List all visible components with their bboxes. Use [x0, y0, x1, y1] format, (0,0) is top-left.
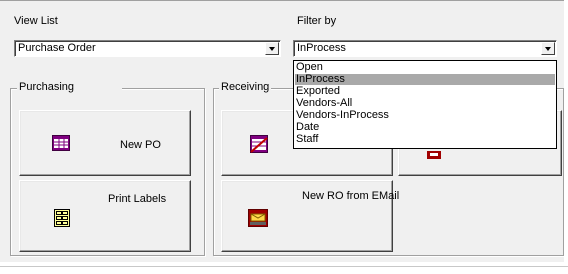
filter-by-dropdown-list[interactable]: Open InProcess Exported Vendors-All Vend…	[293, 60, 557, 149]
new-po-button[interactable]: New PO	[19, 110, 191, 176]
view-list-value: Purchase Order	[18, 42, 96, 54]
filter-option-inprocess[interactable]: InProcess	[295, 74, 555, 85]
filter-option-exported[interactable]: Exported	[295, 86, 555, 97]
red-form-icon	[427, 151, 441, 159]
receiving-group-title: Receiving	[219, 81, 272, 93]
filter-option-open[interactable]: Open	[295, 62, 555, 73]
cancelled-form-icon	[250, 135, 268, 153]
status-divider	[0, 266, 568, 267]
view-list-dropdown-arrow-icon[interactable]	[265, 42, 279, 55]
print-labels-button[interactable]: Print Labels	[19, 180, 191, 252]
filter-option-date[interactable]: Date	[295, 122, 555, 133]
filter-by-label: Filter by	[297, 15, 337, 27]
view-list-label: View List	[14, 15, 58, 27]
filter-by-select[interactable]: InProcess	[293, 40, 557, 57]
new-ro-from-email-label: New RO from EMail	[302, 190, 400, 202]
print-labels-label: Print Labels	[108, 193, 167, 205]
email-tray-icon	[248, 209, 268, 227]
new-po-label: New PO	[120, 139, 161, 151]
purchasing-group-title: Purchasing	[17, 81, 122, 93]
filter-option-vendors-all[interactable]: Vendors-All	[295, 98, 555, 109]
filter-option-staff[interactable]: Staff	[295, 134, 555, 145]
new-ro-from-email-button[interactable]: New RO from EMail	[221, 180, 399, 252]
panel-edge	[564, 0, 568, 262]
view-list-select[interactable]: Purchase Order	[14, 40, 281, 57]
filter-by-dropdown-arrow-icon[interactable]	[541, 42, 555, 55]
purchase-order-form-icon	[52, 135, 70, 151]
filter-option-vendors-inprocess[interactable]: Vendors-InProcess	[295, 110, 555, 121]
filter-by-value: InProcess	[297, 42, 346, 54]
label-sheet-icon	[54, 209, 70, 227]
